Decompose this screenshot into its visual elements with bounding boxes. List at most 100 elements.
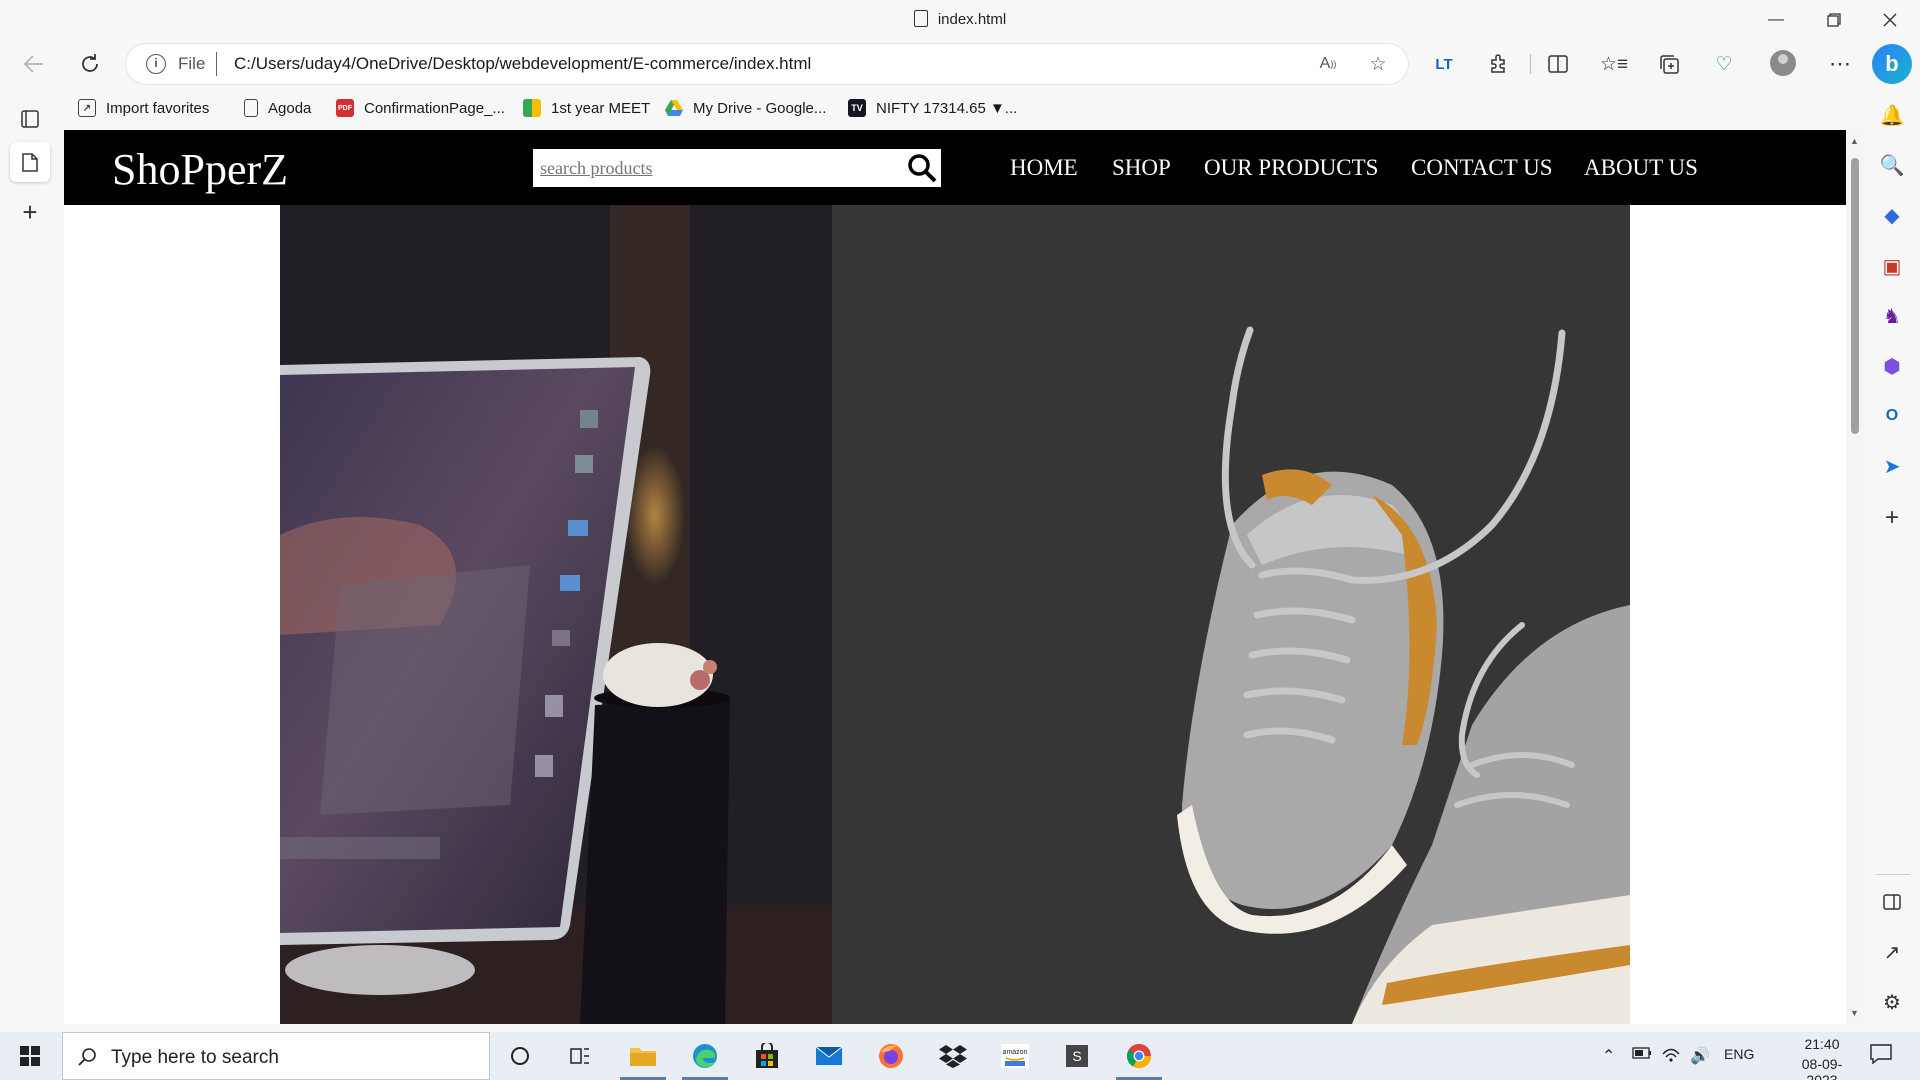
address-bar[interactable]: i File C:/Users/uday4/OneDrive/Desktop/w… bbox=[126, 44, 1408, 84]
laptop-photo bbox=[280, 205, 832, 1024]
show-hidden-icons-chevron-icon[interactable]: ⌃ bbox=[1602, 1046, 1615, 1066]
scheme-label: File bbox=[178, 54, 206, 73]
hero-image-laptop bbox=[280, 205, 832, 1024]
tools-briefcase-icon[interactable]: ▣ bbox=[1874, 248, 1910, 284]
firefox-icon bbox=[879, 1044, 903, 1068]
language-indicator[interactable]: ENG bbox=[1724, 1046, 1754, 1062]
scrollbar-thumb[interactable] bbox=[1851, 158, 1859, 434]
languagetool-extension-icon[interactable]: LT bbox=[1426, 48, 1462, 80]
nav-our-products[interactable]: OUR PRODUCTS bbox=[1204, 155, 1378, 181]
s-app[interactable]: S bbox=[1057, 1040, 1097, 1072]
amazon-icon: amazon bbox=[1001, 1044, 1029, 1068]
taskbar-search-box[interactable]: Type here to search bbox=[62, 1032, 490, 1080]
wifi-icon[interactable] bbox=[1662, 1046, 1680, 1065]
profile-avatar[interactable] bbox=[1770, 50, 1796, 76]
battery-icon[interactable] bbox=[1632, 1046, 1652, 1062]
clock[interactable]: 21:40 08-09-2023 bbox=[1790, 1036, 1854, 1080]
mail-app[interactable] bbox=[809, 1040, 849, 1072]
notification-center-icon[interactable] bbox=[1870, 1044, 1892, 1067]
battery-shape-icon bbox=[1632, 1047, 1651, 1059]
product-search-input[interactable] bbox=[533, 149, 903, 187]
window-title: index.html bbox=[0, 10, 1920, 28]
site-info-icon[interactable]: i bbox=[146, 54, 166, 74]
favorite-star-icon[interactable]: ☆ bbox=[1366, 52, 1390, 76]
extensions-icon[interactable] bbox=[1481, 48, 1517, 80]
read-aloud-icon[interactable]: A)) bbox=[1316, 52, 1340, 76]
firefox-app[interactable] bbox=[871, 1040, 911, 1072]
collections-shape-icon bbox=[1660, 55, 1679, 74]
search-icon bbox=[78, 1048, 96, 1066]
svg-text:S: S bbox=[1072, 1048, 1081, 1064]
games-chess-icon[interactable]: ♞ bbox=[1874, 298, 1910, 334]
pdf-icon: PDF bbox=[336, 99, 354, 117]
drop-send-icon[interactable]: ➤ bbox=[1874, 448, 1910, 484]
nav-contact-us[interactable]: CONTACT US bbox=[1411, 155, 1553, 181]
split-screen-icon[interactable] bbox=[1540, 48, 1576, 80]
nav-about-us[interactable]: ABOUT US bbox=[1584, 155, 1698, 181]
tab-actions-icon[interactable] bbox=[10, 99, 50, 139]
edge-icon bbox=[693, 1044, 717, 1068]
collections-icon[interactable] bbox=[1651, 48, 1687, 80]
start-button[interactable] bbox=[10, 1040, 50, 1072]
import-icon: ↗ bbox=[78, 99, 96, 117]
nav-home[interactable]: HOME bbox=[1010, 155, 1078, 181]
file-icon bbox=[913, 10, 928, 27]
chrome-icon bbox=[1126, 1044, 1151, 1069]
taskbar-search-placeholder: Type here to search bbox=[111, 1047, 279, 1068]
split-icon bbox=[1548, 55, 1568, 73]
site-header: ShoPperZ HOME SHOP OUR PRODUCTS CONTACT … bbox=[64, 130, 1846, 205]
microsoft-store-app[interactable] bbox=[747, 1040, 787, 1072]
minimize-button[interactable]: — bbox=[1748, 0, 1804, 40]
refresh-button[interactable] bbox=[72, 46, 108, 82]
file-explorer-app[interactable] bbox=[623, 1040, 663, 1072]
restore-button[interactable] bbox=[1806, 0, 1862, 40]
shopping-tag-icon[interactable]: ◆ bbox=[1874, 197, 1910, 233]
sidebar-settings-gear-icon[interactable]: ⚙ bbox=[1874, 984, 1910, 1020]
url-text[interactable]: C:/Users/uday4/OneDrive/Desktop/webdevel… bbox=[234, 54, 811, 74]
favorite-label: My Drive - Google... bbox=[693, 99, 827, 117]
favorite-agoda[interactable]: Agoda bbox=[244, 96, 311, 120]
page-vertical-scrollbar[interactable]: ▲ ▼ bbox=[1846, 130, 1865, 1024]
amazon-app[interactable]: amazon bbox=[995, 1040, 1035, 1072]
scroll-down-arrow-icon[interactable]: ▼ bbox=[1850, 1008, 1859, 1018]
favorite-confirmation-page[interactable]: PDF ConfirmationPage_... bbox=[336, 96, 505, 120]
task-view-button[interactable] bbox=[560, 1040, 600, 1072]
close-button[interactable] bbox=[1862, 0, 1918, 40]
navigation-toolbar: i File C:/Users/uday4/OneDrive/Desktop/w… bbox=[0, 40, 1920, 88]
notifications-bell-icon[interactable]: 🔔 bbox=[1874, 97, 1910, 133]
microsoft-365-icon[interactable]: ⬢ bbox=[1874, 348, 1910, 384]
favorite-nifty[interactable]: TV NIFTY 17314.65 ▼... bbox=[848, 96, 1017, 120]
scroll-up-arrow-icon[interactable]: ▲ bbox=[1850, 136, 1859, 146]
nav-shop[interactable]: SHOP bbox=[1112, 155, 1171, 181]
favorites-icon[interactable]: ☆≡ bbox=[1596, 48, 1632, 80]
windows-taskbar: Type here to search amazon S ⌃ 🔊 ENG 21:… bbox=[0, 1032, 1920, 1080]
product-search-button[interactable] bbox=[903, 149, 941, 187]
outlook-icon[interactable]: O bbox=[1874, 398, 1910, 434]
sidebar-search-icon[interactable]: 🔍 bbox=[1874, 147, 1910, 183]
favorite-google-drive[interactable]: My Drive - Google... bbox=[665, 96, 826, 120]
clock-date: 08-09-2023 bbox=[1801, 1056, 1843, 1080]
web-page-viewport: ShoPperZ HOME SHOP OUR PRODUCTS CONTACT … bbox=[64, 130, 1865, 1024]
cortana-button[interactable] bbox=[500, 1040, 540, 1072]
cortana-circle-icon bbox=[511, 1047, 529, 1065]
edge-app[interactable] bbox=[685, 1040, 725, 1072]
browser-essentials-icon[interactable]: ♡ bbox=[1706, 48, 1742, 80]
new-tab-button[interactable]: + bbox=[10, 192, 50, 232]
hide-sidebar-icon[interactable] bbox=[1874, 884, 1910, 920]
tradingview-icon: TV bbox=[848, 99, 866, 117]
dropbox-app[interactable] bbox=[933, 1040, 973, 1072]
add-sidebar-app-icon[interactable]: + bbox=[1874, 500, 1910, 536]
more-menu-icon[interactable]: ⋯ bbox=[1822, 48, 1858, 80]
chrome-app[interactable] bbox=[1119, 1040, 1159, 1072]
search-icon bbox=[908, 154, 937, 183]
back-button[interactable] bbox=[16, 46, 52, 82]
toolbar-divider bbox=[1530, 54, 1531, 74]
tab-index-html[interactable] bbox=[10, 142, 50, 182]
site-logo[interactable]: ShoPperZ bbox=[112, 144, 288, 195]
meet-icon bbox=[523, 99, 541, 117]
favorite-import[interactable]: ↗ Import favorites bbox=[78, 96, 209, 120]
volume-icon[interactable]: 🔊 bbox=[1690, 1046, 1710, 1066]
open-external-icon[interactable]: ↗ bbox=[1874, 934, 1910, 970]
favorite-meet[interactable]: 1st year MEET bbox=[523, 96, 650, 120]
bing-copilot-button[interactable]: b bbox=[1872, 44, 1912, 84]
